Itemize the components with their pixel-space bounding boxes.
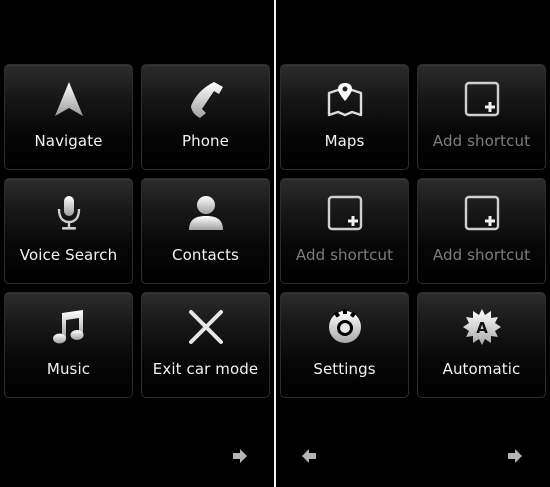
phone-label: Phone	[182, 132, 229, 150]
automatic-tile[interactable]: A Automatic	[417, 292, 546, 398]
navigate-arrow-icon	[5, 79, 132, 119]
previous-page-button[interactable]	[300, 447, 318, 465]
contacts-label: Contacts	[172, 246, 239, 264]
maps-label: Maps	[324, 132, 365, 150]
add-shortcut-icon	[281, 193, 408, 233]
arrow-right-icon	[508, 449, 522, 463]
map-pin-icon	[281, 79, 408, 119]
contacts-tile[interactable]: Contacts	[141, 178, 270, 284]
arrow-left-icon	[302, 449, 316, 463]
settings-gear-icon	[281, 307, 408, 347]
music-note-icon	[5, 307, 132, 347]
close-x-icon	[142, 307, 269, 347]
microphone-icon	[5, 193, 132, 233]
phone-tile[interactable]: Phone	[141, 64, 270, 170]
voice-search-label: Voice Search	[19, 246, 118, 264]
add-shortcut-tile[interactable]: Add shortcut	[417, 64, 546, 170]
arrow-right-icon	[233, 449, 247, 463]
car-home-page-2: Maps Add shortcut Add shortcut Add short…	[276, 0, 550, 487]
car-home-page-1: Navigate Phone Voice Search Contacts Mus…	[0, 0, 274, 487]
add-shortcut-icon	[418, 193, 545, 233]
music-tile[interactable]: Music	[4, 292, 133, 398]
navigate-tile[interactable]: Navigate	[4, 64, 133, 170]
settings-tile[interactable]: Settings	[280, 292, 409, 398]
automatic-label: Automatic	[442, 360, 521, 378]
settings-label: Settings	[313, 360, 376, 378]
next-page-button[interactable]	[231, 447, 249, 465]
add-shortcut-label: Add shortcut	[432, 132, 531, 150]
exit-car-mode-tile[interactable]: Exit car mode	[141, 292, 270, 398]
maps-tile[interactable]: Maps	[280, 64, 409, 170]
add-shortcut-tile[interactable]: Add shortcut	[280, 178, 409, 284]
add-shortcut-icon	[418, 79, 545, 119]
contact-person-icon	[142, 193, 269, 233]
automatic-badge-letter: A	[476, 319, 488, 337]
voice-search-tile[interactable]: Voice Search	[4, 178, 133, 284]
music-label: Music	[46, 360, 91, 378]
add-shortcut-label: Add shortcut	[432, 246, 531, 264]
exit-car-mode-label: Exit car mode	[152, 360, 259, 378]
phone-handset-icon	[142, 79, 269, 119]
next-page-button[interactable]	[506, 447, 524, 465]
add-shortcut-label: Add shortcut	[295, 246, 394, 264]
automatic-badge-icon: A	[418, 307, 545, 347]
navigate-label: Navigate	[34, 132, 103, 150]
add-shortcut-tile[interactable]: Add shortcut	[417, 178, 546, 284]
